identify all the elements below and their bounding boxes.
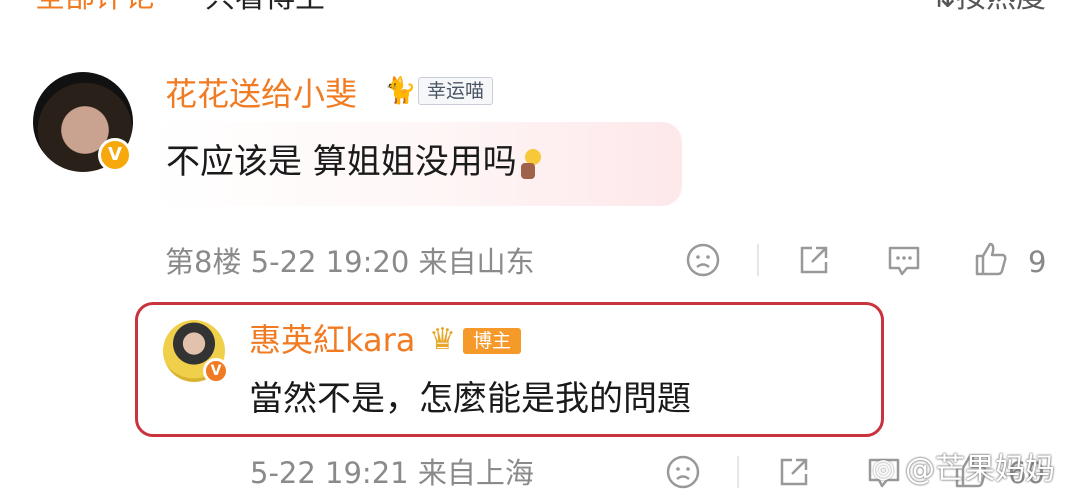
comment-time: 5-22 19:20 [250, 245, 410, 279]
comment-meta: 第8楼 5-22 19:20 来自山东 [165, 242, 535, 282]
comment-username[interactable]: 花花送给小斐 [165, 74, 357, 114]
verified-badge-icon: V [98, 138, 132, 172]
comment-location: 来自山东 [418, 245, 535, 279]
cat-icon: 🐈 [384, 76, 417, 106]
reply-time: 5-22 19:21 [250, 456, 409, 490]
tab-all-comments[interactable]: 全部评论 [35, 0, 155, 18]
reply-location: 来自上海 [417, 456, 534, 490]
weibo-logo-icon: ◎ [872, 454, 895, 484]
divider [737, 456, 739, 488]
divider [757, 244, 759, 276]
like-button[interactable] [972, 240, 1010, 278]
person-with-lightbulb-emoji-icon [517, 147, 547, 181]
reply-text: 當然不是，怎麼能是我的問題 [249, 379, 691, 419]
comment-tabs: 全部评论 只看博主 ⇅按热度 [0, 0, 1080, 18]
floor-number: 第8楼 [165, 245, 242, 279]
tab-blogger-only[interactable]: 只看博主 [205, 0, 325, 18]
reply-meta: 5-22 19:21 来自上海 [250, 453, 534, 493]
blogger-label: 博主 [463, 328, 522, 354]
dislike-face-icon[interactable] [665, 454, 701, 490]
comment-icon[interactable] [885, 242, 923, 278]
comment-bubble[interactable]: 不应该是 算姐姐没用吗 [150, 122, 682, 206]
share-icon[interactable] [776, 454, 812, 490]
verified-badge-icon: V [203, 358, 229, 384]
blogger-badge: ♛ 博主 [429, 322, 523, 358]
comment-text: 不应该是 算姐姐没用吗 [166, 140, 547, 184]
watermark: @芒果妈妈 [905, 452, 1055, 487]
dislike-face-icon[interactable] [685, 242, 721, 278]
reply-username[interactable]: 惠英紅kara [249, 320, 415, 360]
thumbs-up-icon [975, 242, 1007, 276]
share-icon[interactable] [796, 242, 832, 278]
badge-label: 幸运喵 [418, 77, 494, 105]
like-count: 9 [1028, 245, 1047, 279]
sort-by-heat-button[interactable]: ⇅按热度 [931, 0, 1046, 18]
lucky-cat-badge[interactable]: 🐈 幸运喵 [384, 74, 494, 108]
sort-icon: ⇅ [931, 0, 956, 15]
